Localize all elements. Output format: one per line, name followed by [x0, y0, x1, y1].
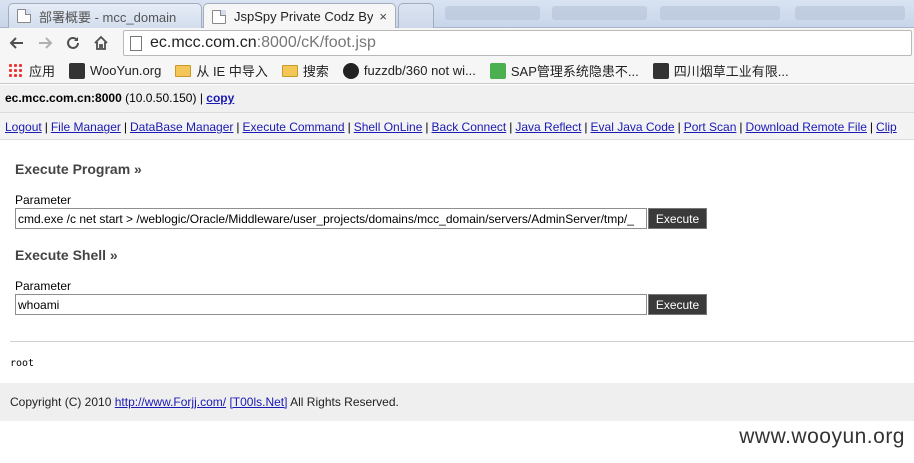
bookmark-label: SAP管理系统隐患不... [510, 64, 639, 79]
menu-port-scan[interactable]: Port Scan [684, 120, 737, 134]
forward-arrow-icon[interactable] [34, 32, 56, 54]
menu-sep: | [677, 120, 681, 134]
bookmark-fuzzdb[interactable]: fuzzdb/360 not wi... [342, 62, 476, 79]
blurred-tab [795, 6, 905, 20]
tab-title: JspSpy Private Codz By [234, 9, 374, 24]
menu-sep: | [869, 120, 874, 134]
tab-title: 部署概要 - mcc_domain [39, 9, 177, 25]
menu-java-reflect[interactable]: Java Reflect [515, 120, 581, 134]
menu-eval-java-code[interactable]: Eval Java Code [591, 120, 675, 134]
reload-icon[interactable] [62, 32, 84, 54]
menu-sep: | [236, 120, 240, 134]
blurred-tab [552, 6, 647, 20]
page-icon [17, 9, 31, 23]
page-info-icon[interactable] [130, 35, 142, 51]
menu-sep: | [123, 120, 127, 134]
folder-icon [281, 64, 298, 77]
execute-shell-button[interactable]: Execute [648, 294, 707, 315]
bookmark-page-icon [652, 62, 669, 79]
host-name: ec.mcc.com.cn:8000 [5, 91, 122, 105]
menu-database-manager[interactable]: DataBase Manager [130, 120, 233, 134]
blurred-tab [660, 6, 780, 20]
tab-jspspy[interactable]: JspSpy Private Codz By × [203, 3, 396, 29]
url-host: ec.mcc.com.cn [150, 34, 257, 51]
menu-shell-online[interactable]: Shell OnLine [354, 120, 423, 134]
program-parameter-input[interactable] [15, 208, 647, 229]
wooyun-watermark: www.wooyun.org [739, 425, 905, 448]
menu-sep: | [509, 120, 513, 134]
bookmark-label: 四川烟草工业有限... [673, 64, 789, 79]
execute-program-button[interactable]: Execute [648, 208, 707, 229]
browser-toolbar: ec.mcc.com.cn:8000/cK/foot.jsp [0, 28, 914, 58]
execute-program-title: Execute Program » [15, 161, 142, 177]
bookmark-label: 应用 [29, 64, 56, 79]
bookmark-label: 搜索 [302, 64, 329, 79]
page-content: ec.mcc.com.cn:8000 (10.0.50.150) | copy … [0, 85, 914, 463]
bookmark-apps[interactable]: 应用 [8, 61, 55, 80]
bookmarks-bar: 应用 WooYun.org 从 IE 中导入 搜索 fuzzdb/360 not… [0, 58, 914, 84]
menu-clip[interactable]: Clip [876, 120, 897, 134]
bookmark-label: 从 IE 中导入 [196, 64, 268, 79]
tab-deployment-summary[interactable]: 部署概要 - mcc_domain [8, 3, 202, 28]
new-tab-button[interactable] [398, 3, 434, 28]
close-tab-icon[interactable]: × [379, 9, 387, 24]
menu-download-remote-file[interactable]: Download Remote File [746, 120, 867, 134]
bookmark-sichuan-tobacco[interactable]: 四川烟草工业有限... [652, 61, 789, 80]
execute-shell-title: Execute Shell » [15, 247, 118, 263]
menu-execute-command[interactable]: Execute Command [243, 120, 345, 134]
forjj-link[interactable]: http://www.Forjj.com/ [115, 395, 226, 409]
host-ip: (10.0.50.150) [125, 91, 197, 105]
url-text: ec.mcc.com.cn:8000/cK/foot.jsp [150, 34, 376, 52]
command-output: root [10, 358, 35, 369]
menu-sep: | [425, 120, 429, 134]
wooyun-icon [69, 62, 86, 79]
back-arrow-icon[interactable] [6, 32, 28, 54]
program-parameter-label: Parameter [15, 193, 72, 207]
rights-text: All Rights Reserved. [290, 395, 399, 409]
menu-sep: | [347, 120, 351, 134]
blurred-tab [445, 6, 540, 20]
host-info-bar: ec.mcc.com.cn:8000 (10.0.50.150) | copy [0, 85, 914, 113]
copyright-text: Copyright (C) 2010 [10, 395, 112, 409]
menu-sep: | [44, 120, 48, 134]
t00ls-link[interactable]: [T00ls.Net] [229, 395, 287, 409]
section-divider [10, 341, 914, 342]
copy-link[interactable]: copy [206, 91, 234, 105]
menu-back-connect[interactable]: Back Connect [432, 120, 507, 134]
github-icon [342, 62, 359, 79]
bookmark-wooyun[interactable]: WooYun.org [69, 62, 162, 79]
bookmark-import-ie[interactable]: 从 IE 中导入 [175, 61, 268, 80]
bookmark-search[interactable]: 搜索 [281, 61, 329, 80]
jspspy-menu: Logout | File Manager | DataBase Manager | Exe… [0, 113, 914, 140]
host-sep: | [199, 91, 203, 105]
menu-file-manager[interactable]: File Manager [51, 120, 121, 134]
page-icon [212, 9, 226, 24]
address-bar[interactable]: ec.mcc.com.cn:8000/cK/foot.jsp [123, 30, 912, 56]
menu-logout[interactable]: Logout [5, 120, 42, 134]
bookmark-sap[interactable]: SAP管理系统隐患不... [489, 61, 639, 80]
apps-icon [8, 62, 24, 79]
bookmark-label: fuzzdb/360 not wi... [363, 63, 476, 78]
sap-icon [489, 62, 506, 79]
menu-sep: | [739, 120, 743, 134]
folder-icon [175, 64, 192, 77]
shell-parameter-label: Parameter [15, 279, 72, 293]
home-icon[interactable] [90, 32, 112, 54]
bookmark-label: WooYun.org [90, 63, 162, 78]
menu-sep: | [584, 120, 588, 134]
page-footer: Copyright (C) 2010 http://www.Forjj.com/… [0, 383, 914, 421]
url-path: :8000/cK/foot.jsp [256, 34, 376, 51]
shell-parameter-input[interactable] [15, 294, 647, 315]
browser-tab-strip: 部署概要 - mcc_domain JspSpy Private Codz By… [0, 0, 914, 29]
